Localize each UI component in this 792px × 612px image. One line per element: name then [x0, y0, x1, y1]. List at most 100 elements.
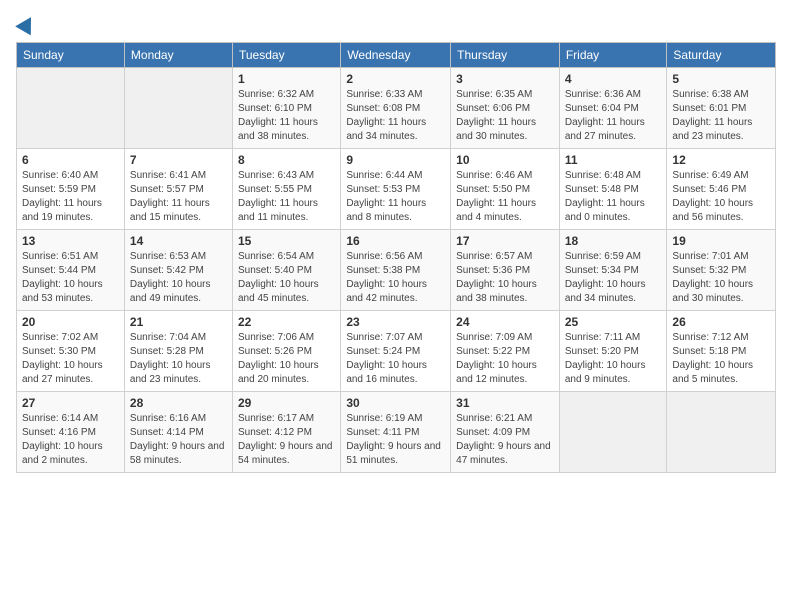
calendar-cell: 11 Sunrise: 6:48 AM Sunset: 5:48 PM Dayli… [559, 149, 667, 230]
calendar-cell: 13Sunrise: 6:51 AM Sunset: 5:44 PM Dayli… [17, 230, 125, 311]
day-number: 25 [565, 315, 662, 329]
calendar-cell: 16 Sunrise: 6:56 AM Sunset: 5:38 PM Dayli… [341, 230, 451, 311]
weekday-header-friday: Friday [559, 43, 667, 68]
day-info: Sunrise: 7:01 AM Sunset: 5:32 PM Dayligh… [672, 250, 770, 306]
day-number: 12 [672, 153, 770, 167]
calendar-cell: 17 Sunrise: 6:57 AM Sunset: 5:36 PM Dayli… [451, 230, 560, 311]
calendar-cell: 12 Sunrise: 6:49 AM Sunset: 5:46 PM Dayli… [667, 149, 776, 230]
calendar-week-row: 27Sunrise: 6:14 AM Sunset: 4:16 PM Dayli… [17, 392, 776, 473]
weekday-header-row: SundayMondayTuesdayWednesdayThursdayFrid… [17, 43, 776, 68]
day-number: 24 [456, 315, 554, 329]
weekday-header-saturday: Saturday [667, 43, 776, 68]
day-info: Sunrise: 6:21 AM Sunset: 4:09 PM Dayligh… [456, 412, 554, 468]
logo-triangle-icon [15, 13, 39, 36]
weekday-header-thursday: Thursday [451, 43, 560, 68]
calendar-cell: 19 Sunrise: 7:01 AM Sunset: 5:32 PM Dayli… [667, 230, 776, 311]
day-number: 18 [565, 234, 662, 248]
calendar-cell: 26 Sunrise: 7:12 AM Sunset: 5:18 PM Dayli… [667, 311, 776, 392]
calendar-cell: 29 Sunrise: 6:17 AM Sunset: 4:12 PM Dayli… [232, 392, 340, 473]
day-info: Sunrise: 6:44 AM Sunset: 5:53 PM Dayligh… [346, 169, 445, 225]
day-number: 28 [130, 396, 227, 410]
day-number: 11 [565, 153, 662, 167]
day-number: 23 [346, 315, 445, 329]
day-info: Sunrise: 6:38 AM Sunset: 6:01 PM Dayligh… [672, 88, 770, 144]
day-number: 10 [456, 153, 554, 167]
calendar-week-row: 6 Sunrise: 6:40 AM Sunset: 5:59 PM Daylig… [17, 149, 776, 230]
day-number: 15 [238, 234, 335, 248]
day-number: 3 [456, 72, 554, 86]
day-number: 2 [346, 72, 445, 86]
calendar-week-row: 13Sunrise: 6:51 AM Sunset: 5:44 PM Dayli… [17, 230, 776, 311]
day-number: 5 [672, 72, 770, 86]
day-number: 1 [238, 72, 335, 86]
day-info: Sunrise: 7:11 AM Sunset: 5:20 PM Dayligh… [565, 331, 662, 387]
day-number: 16 [346, 234, 445, 248]
day-number: 27 [22, 396, 119, 410]
day-info: Sunrise: 6:17 AM Sunset: 4:12 PM Dayligh… [238, 412, 335, 468]
day-number: 22 [238, 315, 335, 329]
day-info: Sunrise: 6:32 AM Sunset: 6:10 PM Dayligh… [238, 88, 335, 144]
day-info: Sunrise: 7:07 AM Sunset: 5:24 PM Dayligh… [346, 331, 445, 387]
calendar-cell: 22 Sunrise: 7:06 AM Sunset: 5:26 PM Dayli… [232, 311, 340, 392]
calendar-cell [559, 392, 667, 473]
calendar-cell [124, 68, 232, 149]
day-info: Sunrise: 6:48 AM Sunset: 5:48 PM Dayligh… [565, 169, 662, 225]
day-number: 30 [346, 396, 445, 410]
weekday-header-sunday: Sunday [17, 43, 125, 68]
day-info: Sunrise: 6:43 AM Sunset: 5:55 PM Dayligh… [238, 169, 335, 225]
calendar-cell: 15Sunrise: 6:54 AM Sunset: 5:40 PM Dayli… [232, 230, 340, 311]
day-info: Sunrise: 6:35 AM Sunset: 6:06 PM Dayligh… [456, 88, 554, 144]
day-info: Sunrise: 6:49 AM Sunset: 5:46 PM Dayligh… [672, 169, 770, 225]
day-number: 8 [238, 153, 335, 167]
day-number: 4 [565, 72, 662, 86]
calendar-cell: 6 Sunrise: 6:40 AM Sunset: 5:59 PM Daylig… [17, 149, 125, 230]
calendar-cell: 21 Sunrise: 7:04 AM Sunset: 5:28 PM Dayli… [124, 311, 232, 392]
calendar-week-row: 1 Sunrise: 6:32 AM Sunset: 6:10 PM Daylig… [17, 68, 776, 149]
calendar-week-row: 20 Sunrise: 7:02 AM Sunset: 5:30 PM Dayli… [17, 311, 776, 392]
calendar-cell: 31 Sunrise: 6:21 AM Sunset: 4:09 PM Dayli… [451, 392, 560, 473]
day-info: Sunrise: 6:16 AM Sunset: 4:14 PM Dayligh… [130, 412, 227, 468]
day-info: Sunrise: 6:57 AM Sunset: 5:36 PM Dayligh… [456, 250, 554, 306]
weekday-header-wednesday: Wednesday [341, 43, 451, 68]
calendar-cell: 7 Sunrise: 6:41 AM Sunset: 5:57 PM Daylig… [124, 149, 232, 230]
calendar-cell: 18 Sunrise: 6:59 AM Sunset: 5:34 PM Dayli… [559, 230, 667, 311]
calendar-cell [17, 68, 125, 149]
day-info: Sunrise: 7:06 AM Sunset: 5:26 PM Dayligh… [238, 331, 335, 387]
day-info: Sunrise: 6:51 AM Sunset: 5:44 PM Dayligh… [22, 250, 119, 306]
calendar-cell: 8 Sunrise: 6:43 AM Sunset: 5:55 PM Daylig… [232, 149, 340, 230]
logo [16, 16, 36, 34]
calendar-cell: 20 Sunrise: 7:02 AM Sunset: 5:30 PM Dayli… [17, 311, 125, 392]
calendar-cell: 14 Sunrise: 6:53 AM Sunset: 5:42 PM Dayli… [124, 230, 232, 311]
calendar-cell: 10Sunrise: 6:46 AM Sunset: 5:50 PM Dayli… [451, 149, 560, 230]
day-number: 7 [130, 153, 227, 167]
day-number: 17 [456, 234, 554, 248]
calendar-cell: 9Sunrise: 6:44 AM Sunset: 5:53 PM Daylig… [341, 149, 451, 230]
day-number: 19 [672, 234, 770, 248]
day-info: Sunrise: 6:56 AM Sunset: 5:38 PM Dayligh… [346, 250, 445, 306]
calendar-cell: 24Sunrise: 7:09 AM Sunset: 5:22 PM Dayli… [451, 311, 560, 392]
day-number: 6 [22, 153, 119, 167]
day-info: Sunrise: 6:53 AM Sunset: 5:42 PM Dayligh… [130, 250, 227, 306]
weekday-header-tuesday: Tuesday [232, 43, 340, 68]
calendar-cell: 28 Sunrise: 6:16 AM Sunset: 4:14 PM Dayli… [124, 392, 232, 473]
day-info: Sunrise: 6:36 AM Sunset: 6:04 PM Dayligh… [565, 88, 662, 144]
day-info: Sunrise: 6:41 AM Sunset: 5:57 PM Dayligh… [130, 169, 227, 225]
day-info: Sunrise: 7:02 AM Sunset: 5:30 PM Dayligh… [22, 331, 119, 387]
day-info: Sunrise: 7:04 AM Sunset: 5:28 PM Dayligh… [130, 331, 227, 387]
day-number: 26 [672, 315, 770, 329]
calendar-cell: 30Sunrise: 6:19 AM Sunset: 4:11 PM Dayli… [341, 392, 451, 473]
weekday-header-monday: Monday [124, 43, 232, 68]
day-info: Sunrise: 6:40 AM Sunset: 5:59 PM Dayligh… [22, 169, 119, 225]
calendar-cell: 27Sunrise: 6:14 AM Sunset: 4:16 PM Dayli… [17, 392, 125, 473]
day-info: Sunrise: 6:59 AM Sunset: 5:34 PM Dayligh… [565, 250, 662, 306]
day-info: Sunrise: 6:33 AM Sunset: 6:08 PM Dayligh… [346, 88, 445, 144]
page: SundayMondayTuesdayWednesdayThursdayFrid… [0, 0, 792, 612]
calendar-cell: 4 Sunrise: 6:36 AM Sunset: 6:04 PM Daylig… [559, 68, 667, 149]
day-number: 29 [238, 396, 335, 410]
day-number: 14 [130, 234, 227, 248]
day-number: 20 [22, 315, 119, 329]
day-info: Sunrise: 7:12 AM Sunset: 5:18 PM Dayligh… [672, 331, 770, 387]
day-number: 31 [456, 396, 554, 410]
day-number: 21 [130, 315, 227, 329]
calendar-cell: 5 Sunrise: 6:38 AM Sunset: 6:01 PM Daylig… [667, 68, 776, 149]
